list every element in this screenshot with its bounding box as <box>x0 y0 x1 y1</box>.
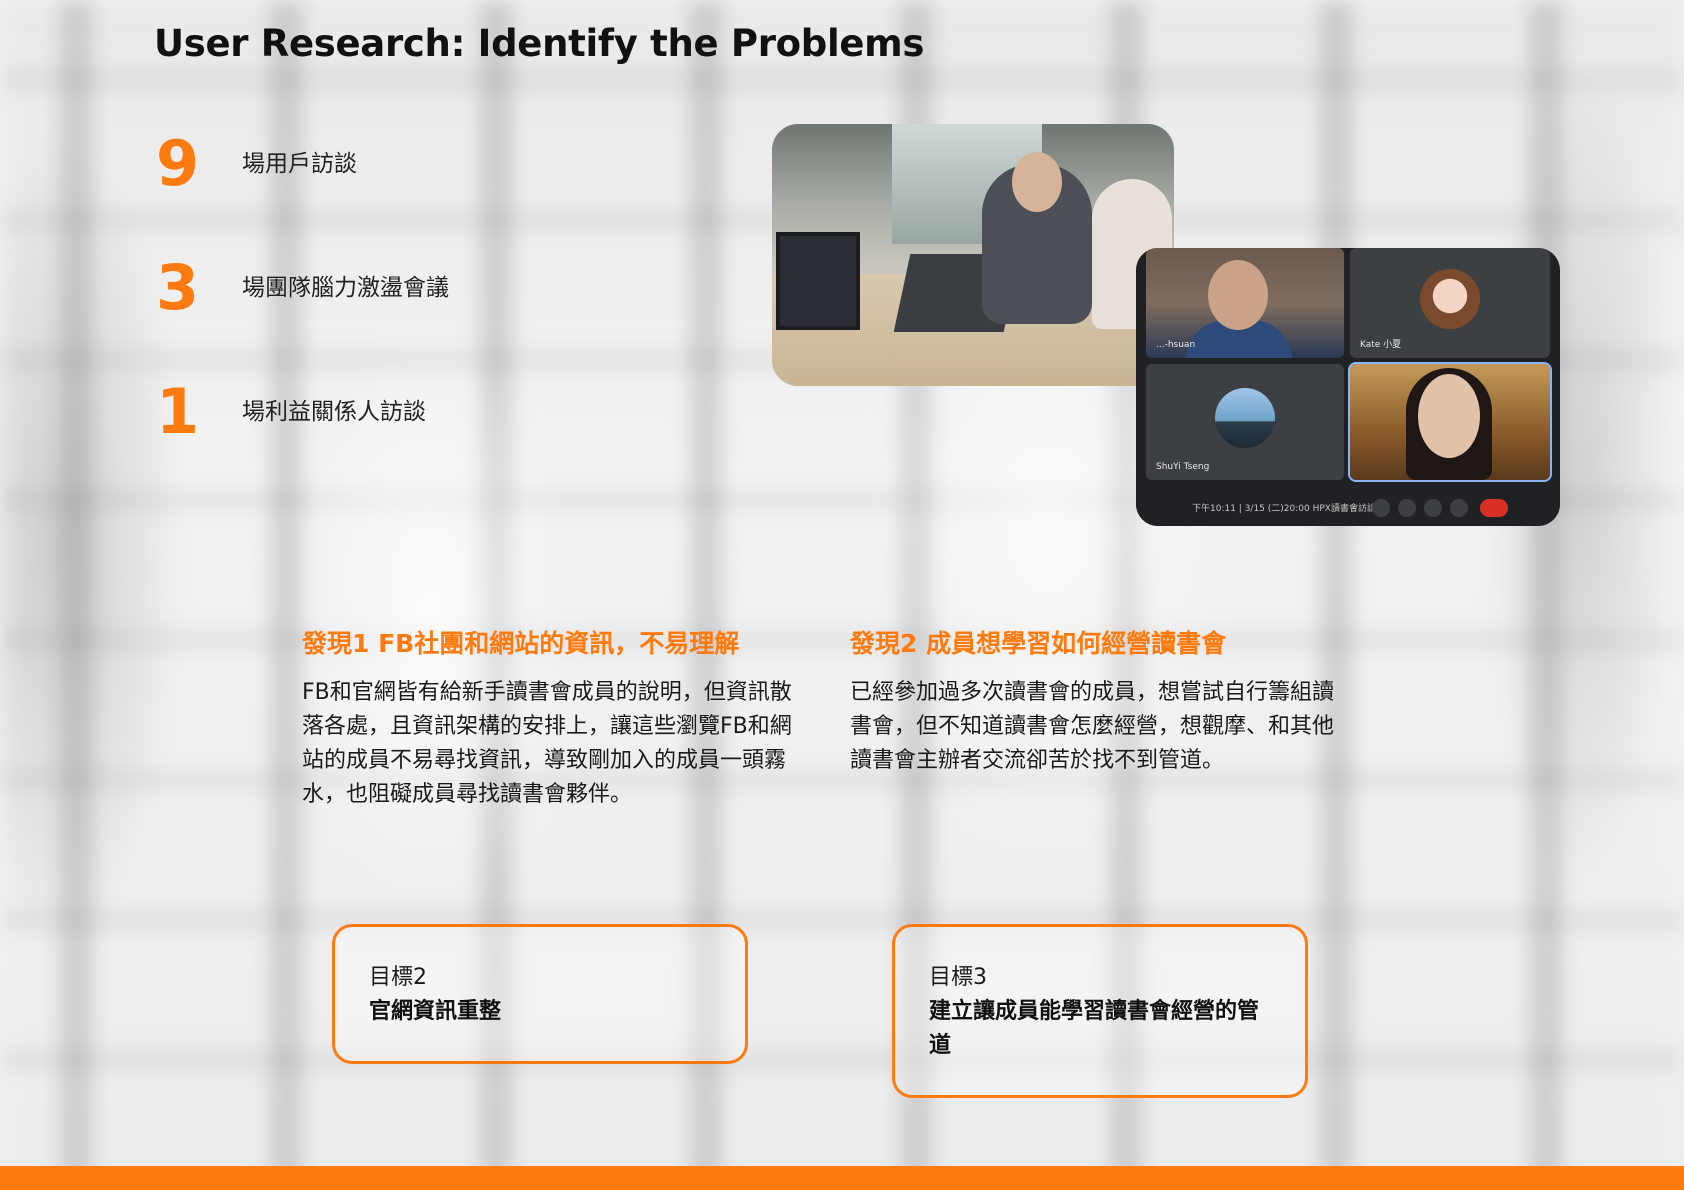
microphone-icon <box>1372 499 1390 517</box>
hang-up-icon <box>1480 499 1508 517</box>
stat-number: 1 <box>156 375 200 448</box>
finding-body: FB和官網皆有給新手讀書會成員的說明，但資訊散落各處，且資訊架構的安排上，讓這些… <box>302 680 792 807</box>
participant-name: ...-hsuan <box>1156 340 1196 350</box>
stat-item: 9 場用戶訪談 <box>156 124 716 204</box>
footer-accent-bar <box>0 1166 1684 1190</box>
finding-body: 已經參加過多次讀書會的成員，想嘗試自行籌組讀書會，但不知道讀書會怎麼經營，想觀摩… <box>850 680 1335 773</box>
participant-name: ShuYi Tseng <box>1156 462 1210 472</box>
video-tile: ShuYi Tseng <box>1146 364 1344 480</box>
finding-1: 發現1 FB社團和網站的資訊，不易理解 FB和官網皆有給新手讀書會成員的說明，但… <box>302 624 802 812</box>
stat-number: 9 <box>156 127 200 200</box>
finding-2: 發現2 成員想學習如何經營讀書會 已經參加過多次讀書會的成員，想嘗試自行籌組讀書… <box>850 624 1350 778</box>
camera-icon <box>1398 499 1416 517</box>
raise-hand-icon <box>1450 499 1468 517</box>
photo-laptop <box>776 232 860 330</box>
stat-label: 場利益關係人訪談 <box>242 399 426 425</box>
goal-card-3: 目標3 建立讓成員能學習讀書會經營的管道 <box>892 924 1308 1098</box>
participant-avatar <box>1215 388 1275 448</box>
video-tile: ...-hsuan <box>1146 248 1344 358</box>
goal-title: 建立讓成員能學習讀書會經營的管道 <box>929 999 1260 1058</box>
stat-item: 1 場利益關係人訪談 <box>156 372 716 452</box>
participant-avatar <box>1420 269 1480 329</box>
video-call-screenshot: ...-hsuan Kate 小夏 ShuYi Tseng 下午10:11 | … <box>1136 248 1560 526</box>
stat-label: 場團隊腦力激盪會議 <box>242 275 449 301</box>
call-control-bar: 下午10:11 | 3/15 (二)20:00 HPX讀書會訪談 <box>1136 490 1560 526</box>
participant-name: Kate 小夏 <box>1360 340 1402 350</box>
goal-label: 目標2 <box>369 965 427 990</box>
video-tile: Kate 小夏 <box>1350 248 1550 358</box>
goal-card-2: 目標2 官網資訊重整 <box>332 924 748 1064</box>
video-tile <box>1348 362 1552 482</box>
stat-label: 場用戶訪談 <box>242 151 357 177</box>
stat-number: 3 <box>156 251 200 324</box>
meeting-info: 下午10:11 | 3/15 (二)20:00 HPX讀書會訪談 <box>1192 504 1376 514</box>
finding-title: 發現2 成員想學習如何經營讀書會 <box>850 629 1227 658</box>
goal-title: 官網資訊重整 <box>369 999 502 1024</box>
stat-item: 3 場團隊腦力激盪會議 <box>156 248 716 328</box>
finding-title: 發現1 FB社團和網站的資訊，不易理解 <box>302 629 740 658</box>
goal-label: 目標3 <box>929 965 987 990</box>
present-icon <box>1424 499 1442 517</box>
workshop-photo <box>772 124 1174 386</box>
page-title: User Research: Identify the Problems <box>154 22 925 65</box>
photo-speaker <box>982 152 1092 324</box>
